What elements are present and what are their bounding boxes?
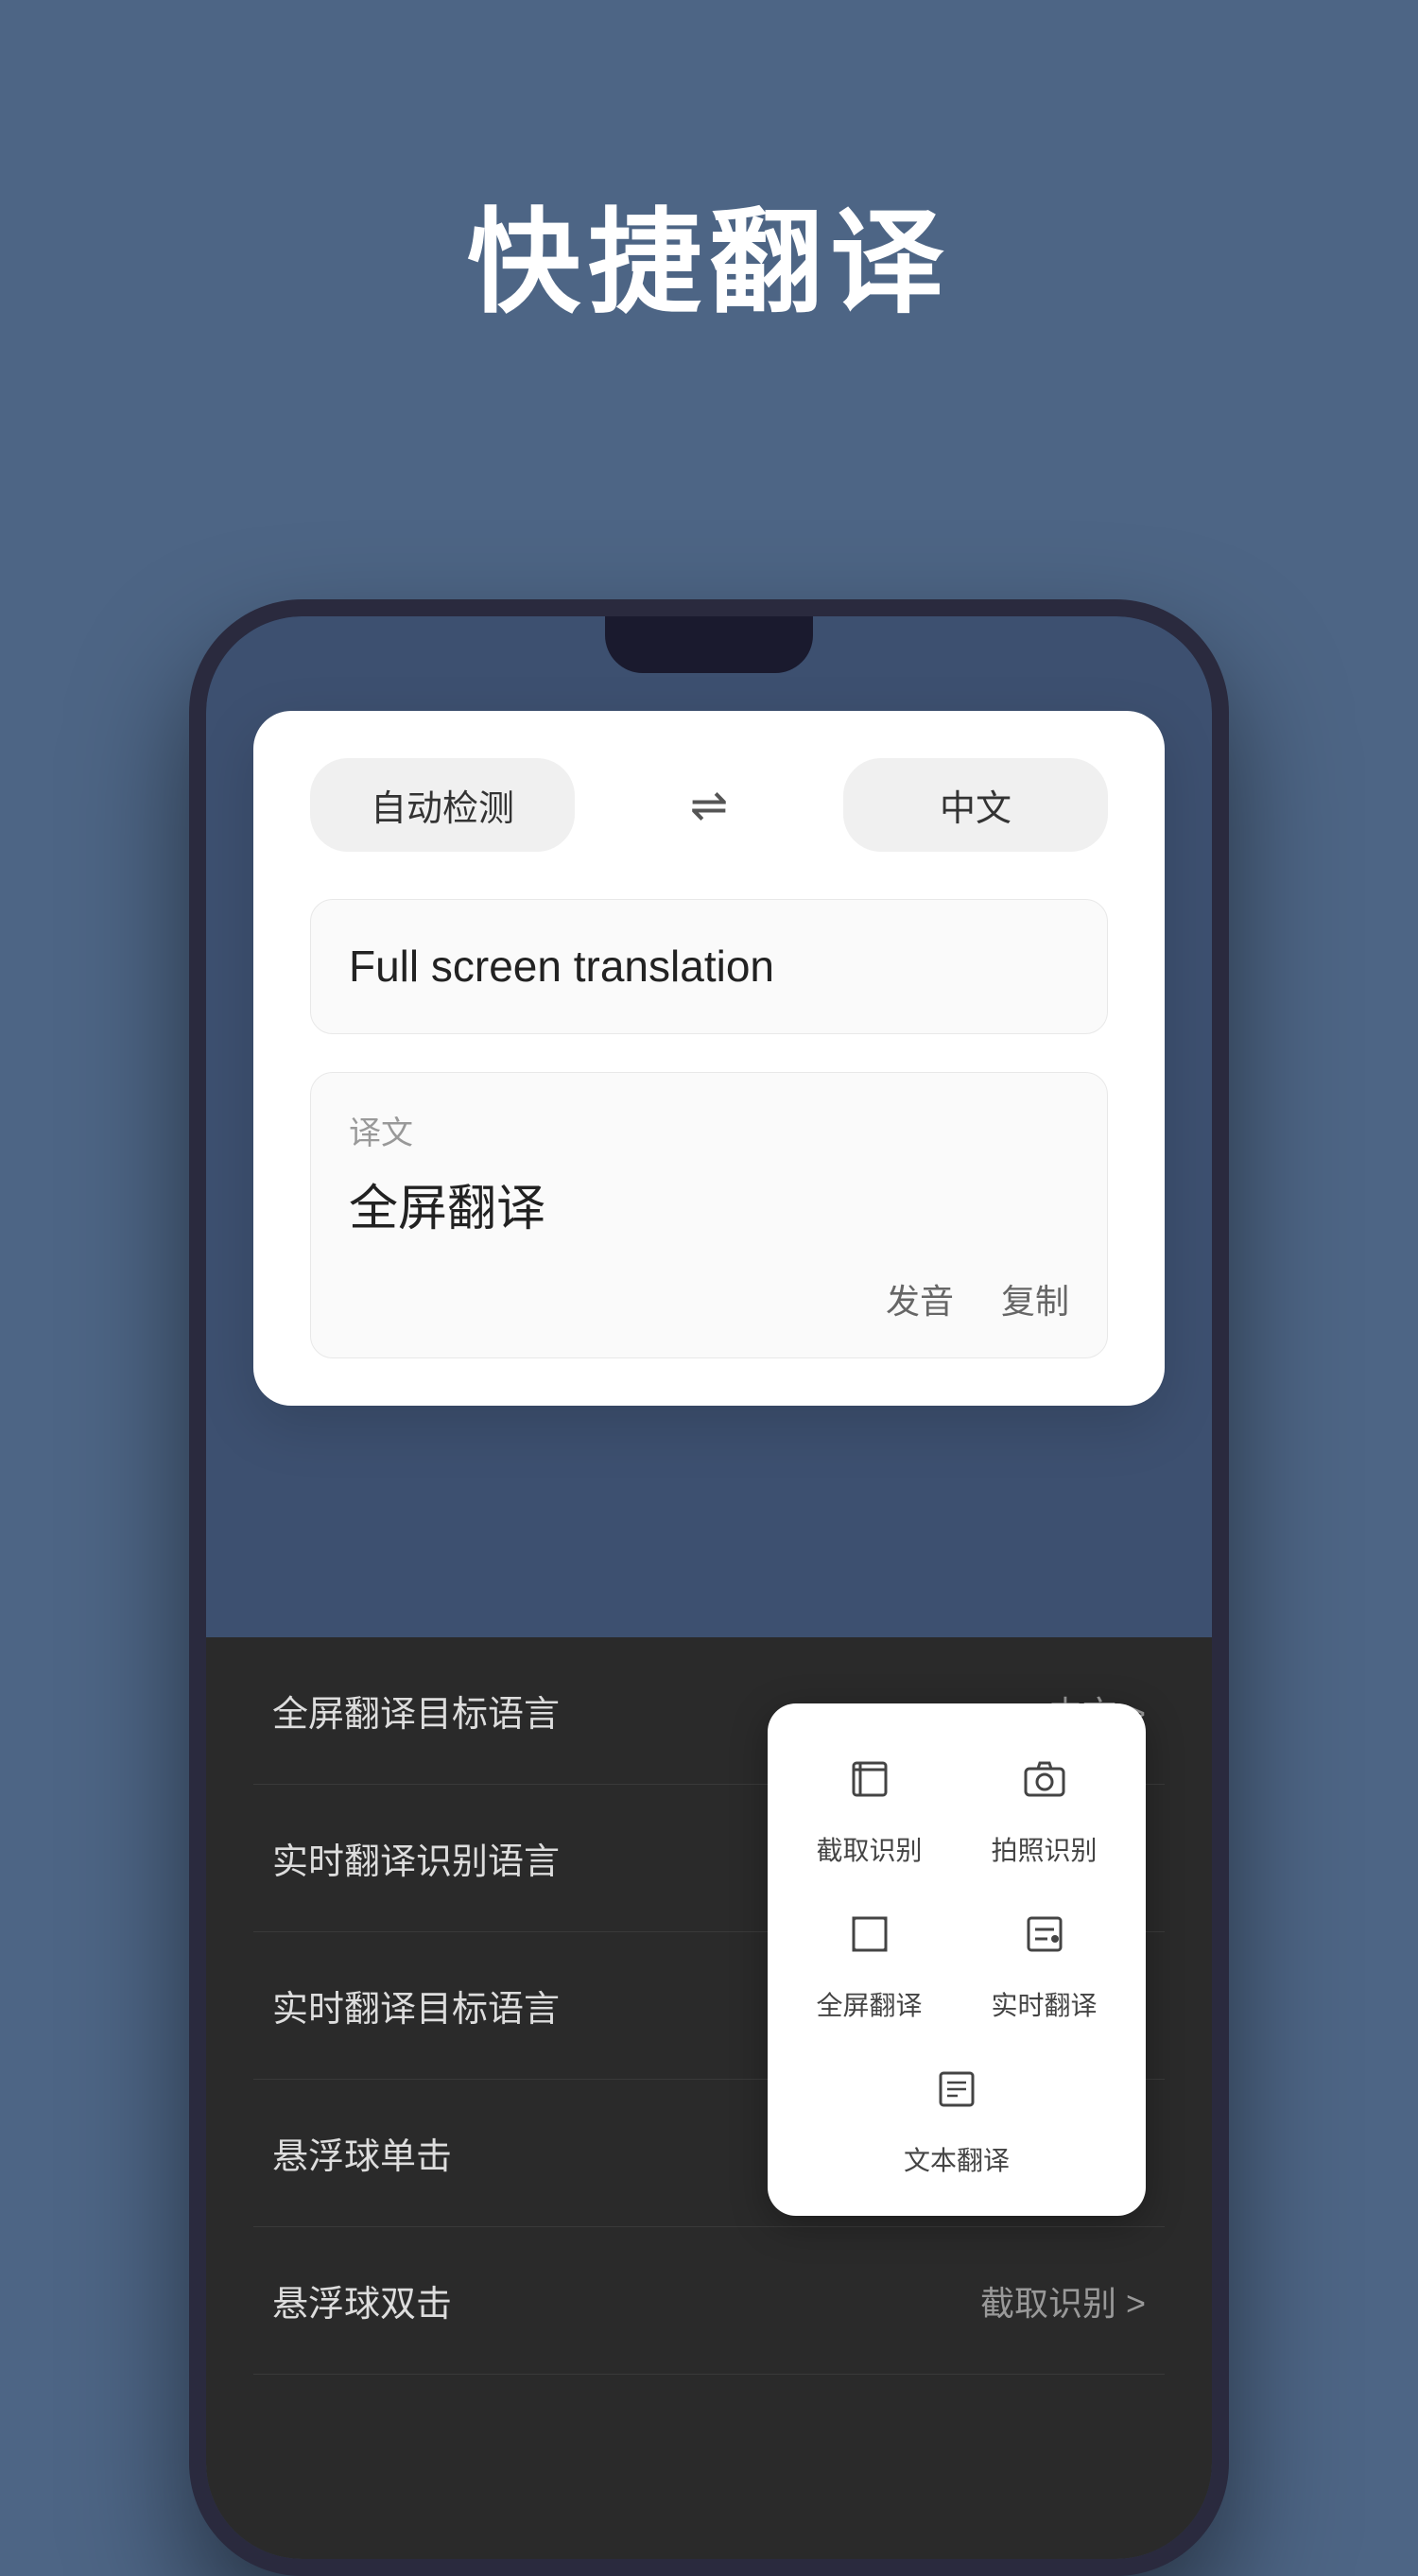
fullscreen-icon [832, 1896, 908, 1972]
translation-input-area[interactable]: Full screen translation [310, 899, 1108, 1034]
main-card: 自动检测 ⇌ 中文 Full screen translation 译文 全屏翻… [253, 711, 1165, 1406]
camera-icon [1007, 1741, 1082, 1817]
photo-recognize-item[interactable]: 拍照识别 [971, 1741, 1117, 1868]
realtime-translate-item[interactable]: 实时翻译 [971, 1896, 1117, 2023]
phone-notch [605, 616, 813, 673]
translation-result-area: 译文 全屏翻译 发音 复制 [310, 1072, 1108, 1358]
phone-frame: 自动检测 ⇌ 中文 Full screen translation 译文 全屏翻… [189, 599, 1229, 2576]
fullscreen-target-lang-label: 全屏翻译目标语言 [272, 1685, 560, 1737]
volume-up-button [189, 881, 193, 957]
text-translate-item[interactable]: 文本翻译 [796, 2051, 1117, 2178]
copy-button[interactable]: 复制 [1001, 1274, 1069, 1323]
float-ball-double-click-value: 截取识别 > [980, 2276, 1146, 2325]
realtime-translate-label: 实时翻译 [991, 1985, 1097, 2023]
text-icon [919, 2051, 994, 2127]
text-translate-label: 文本翻译 [904, 2140, 1010, 2178]
power-button [1225, 919, 1229, 1042]
result-label: 译文 [349, 1107, 1069, 1153]
result-text: 全屏翻译 [349, 1172, 1069, 1246]
page-title: 快捷翻译 [467, 170, 951, 335]
float-ball-single-click-label: 悬浮球单击 [272, 2127, 452, 2179]
realtime-source-lang-label: 实时翻译识别语言 [272, 1832, 560, 1884]
phone-screen: 自动检测 ⇌ 中文 Full screen translation 译文 全屏翻… [206, 616, 1212, 2559]
result-actions: 发音 复制 [349, 1274, 1069, 1323]
language-selector-row: 自动检测 ⇌ 中文 [310, 758, 1108, 852]
target-language-button[interactable]: 中文 [843, 758, 1108, 852]
crop-recognize-item[interactable]: 截取识别 [796, 1741, 942, 1868]
realtime-icon [1007, 1896, 1082, 1972]
float-ball-double-click-label: 悬浮球双击 [272, 2274, 452, 2326]
source-language-button[interactable]: 自动检测 [310, 758, 575, 852]
float-action-panel: 截取识别 拍照识别 [768, 1703, 1146, 2216]
volume-down-button [189, 985, 193, 1061]
crop-icon [832, 1741, 908, 1817]
float-ball-double-click-item[interactable]: 悬浮球双击 截取识别 > [253, 2227, 1165, 2375]
swap-languages-icon[interactable]: ⇌ [690, 779, 728, 832]
photo-recognize-label: 拍照识别 [991, 1830, 1097, 1868]
pronounce-button[interactable]: 发音 [886, 1274, 954, 1323]
realtime-target-lang-label: 实时翻译目标语言 [272, 1980, 560, 2031]
fullscreen-translate-label: 全屏翻译 [816, 1985, 922, 2023]
crop-recognize-label: 截取识别 [816, 1830, 922, 1868]
fullscreen-translate-item[interactable]: 全屏翻译 [796, 1896, 942, 2023]
input-text: Full screen translation [349, 934, 1069, 999]
